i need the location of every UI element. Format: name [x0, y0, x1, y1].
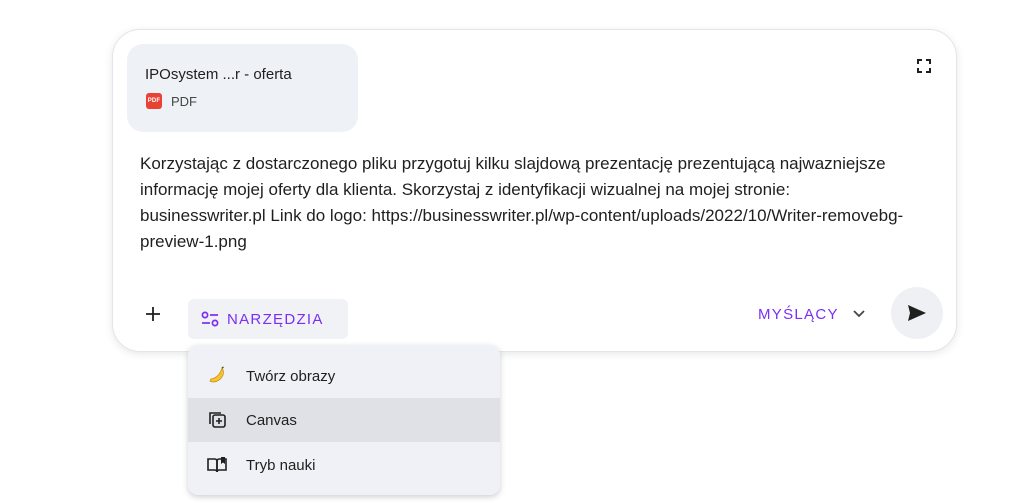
chevron-down-icon [853, 307, 867, 321]
send-button[interactable] [891, 287, 943, 339]
prompt-input[interactable]: Korzystając z dostarczonego pliku przygo… [140, 151, 910, 255]
book-icon [206, 454, 228, 476]
mode-label: MYŚLĄCY [758, 305, 839, 323]
banana-icon [206, 365, 228, 387]
tools-menu: Twórz obrazy Canvas Tryb nauki [188, 345, 500, 495]
attachment-file-type: PDF [171, 93, 197, 109]
expand-icon [917, 59, 931, 73]
menu-item-create-images[interactable]: Twórz obrazy [188, 354, 500, 398]
tools-button[interactable]: NARZĘDZIA [188, 299, 348, 339]
menu-item-label: Twórz obrazy [246, 367, 336, 385]
add-attachment-button[interactable] [139, 300, 167, 328]
menu-item-label: Canvas [246, 411, 297, 429]
canvas-icon [206, 409, 228, 431]
menu-item-label: Tryb nauki [246, 456, 316, 474]
menu-item-canvas[interactable]: Canvas [188, 398, 500, 442]
prompt-composer: IPOsystem ...r - oferta PDF PDF Korzysta… [112, 29, 957, 352]
attachment-file-name: IPOsystem ...r - oferta [145, 66, 292, 83]
mode-selector[interactable]: MYŚLĄCY [758, 302, 867, 326]
attachment-chip[interactable]: IPOsystem ...r - oferta PDF PDF [127, 44, 358, 132]
menu-item-learning-mode[interactable]: Tryb nauki [188, 443, 500, 487]
expand-composer-button[interactable] [914, 56, 934, 76]
send-icon [908, 305, 926, 321]
pdf-file-icon: PDF [146, 93, 162, 109]
attachment-type-row: PDF PDF [146, 93, 197, 109]
tools-icon [201, 311, 219, 327]
plus-icon [146, 307, 160, 321]
tools-label: NARZĘDZIA [227, 310, 324, 328]
